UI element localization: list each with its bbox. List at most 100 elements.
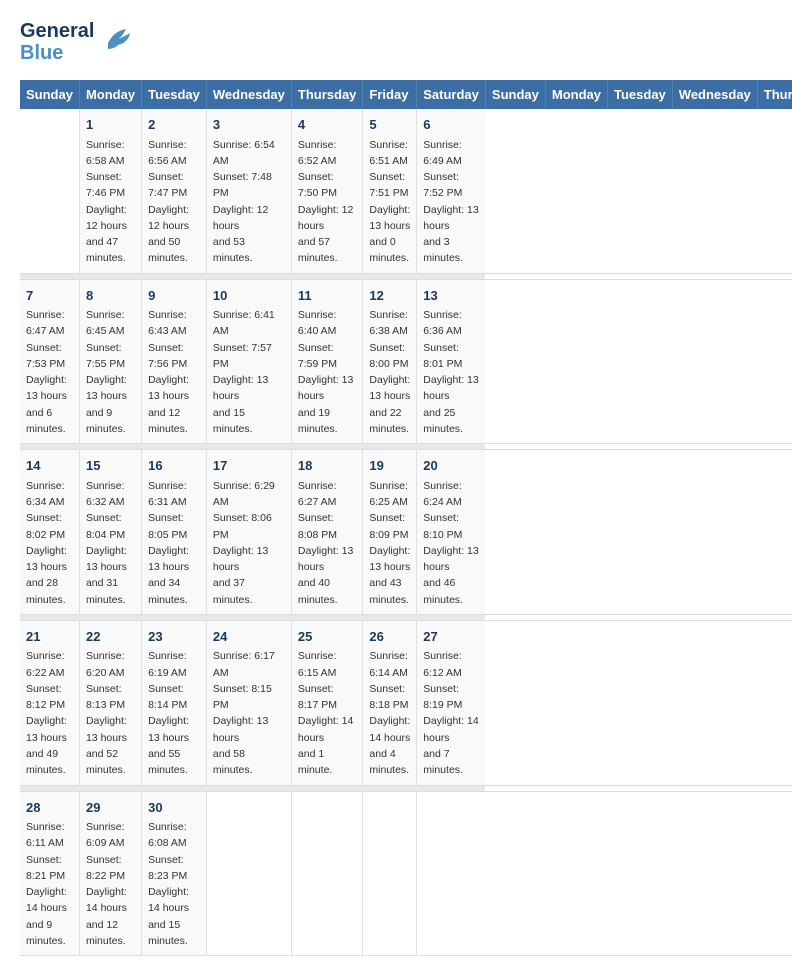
- calendar-cell: 17Sunrise: 6:29 AMSunset: 8:06 PMDayligh…: [206, 450, 291, 615]
- day-number: 9: [148, 286, 200, 306]
- logo-blue: Blue: [20, 42, 94, 64]
- day-info: Sunrise: 6:31 AMSunset: 8:05 PMDaylight:…: [148, 478, 200, 608]
- day-number: 1: [86, 115, 135, 135]
- day-info: Sunrise: 6:22 AMSunset: 8:12 PMDaylight:…: [26, 648, 73, 778]
- day-number: 17: [213, 456, 285, 476]
- day-info: Sunrise: 6:09 AMSunset: 8:22 PMDaylight:…: [86, 819, 135, 949]
- logo-bird-icon: [100, 21, 136, 64]
- day-number: 19: [369, 456, 410, 476]
- day-number: 10: [213, 286, 285, 306]
- calendar-cell: [363, 791, 417, 956]
- day-number: 16: [148, 456, 200, 476]
- day-info: Sunrise: 6:49 AMSunset: 7:52 PMDaylight:…: [423, 137, 479, 267]
- calendar-cell: 8Sunrise: 6:45 AMSunset: 7:55 PMDaylight…: [79, 279, 141, 444]
- calendar-cell: 22Sunrise: 6:20 AMSunset: 8:13 PMDayligh…: [79, 620, 141, 785]
- day-number: 2: [148, 115, 200, 135]
- calendar-cell: 2Sunrise: 6:56 AMSunset: 7:47 PMDaylight…: [142, 109, 207, 273]
- calendar-cell: 16Sunrise: 6:31 AMSunset: 8:05 PMDayligh…: [142, 450, 207, 615]
- day-info: Sunrise: 6:56 AMSunset: 7:47 PMDaylight:…: [148, 137, 200, 267]
- day-number: 6: [423, 115, 479, 135]
- day-info: Sunrise: 6:41 AMSunset: 7:57 PMDaylight:…: [213, 307, 285, 437]
- calendar-cell: 21Sunrise: 6:22 AMSunset: 8:12 PMDayligh…: [20, 620, 79, 785]
- calendar-cell: 29Sunrise: 6:09 AMSunset: 8:22 PMDayligh…: [79, 791, 141, 956]
- calendar-cell: 9Sunrise: 6:43 AMSunset: 7:56 PMDaylight…: [142, 279, 207, 444]
- calendar-header-wednesday: Wednesday: [206, 80, 291, 109]
- day-number: 25: [298, 627, 357, 647]
- calendar-week-row: 21Sunrise: 6:22 AMSunset: 8:12 PMDayligh…: [20, 620, 792, 785]
- logo-text: General: [20, 20, 94, 42]
- day-info: Sunrise: 6:24 AMSunset: 8:10 PMDaylight:…: [423, 478, 479, 608]
- day-info: Sunrise: 6:19 AMSunset: 8:14 PMDaylight:…: [148, 648, 200, 778]
- day-number: 8: [86, 286, 135, 306]
- calendar-cell: 27Sunrise: 6:12 AMSunset: 8:19 PMDayligh…: [417, 620, 486, 785]
- day-info: Sunrise: 6:08 AMSunset: 8:23 PMDaylight:…: [148, 819, 200, 949]
- day-info: Sunrise: 6:58 AMSunset: 7:46 PMDaylight:…: [86, 137, 135, 267]
- calendar-cell: 24Sunrise: 6:17 AMSunset: 8:15 PMDayligh…: [206, 620, 291, 785]
- calendar-cell: 13Sunrise: 6:36 AMSunset: 8:01 PMDayligh…: [417, 279, 486, 444]
- day-number: 12: [369, 286, 410, 306]
- day-number: 5: [369, 115, 410, 135]
- day-number: 29: [86, 798, 135, 818]
- day-info: Sunrise: 6:12 AMSunset: 8:19 PMDaylight:…: [423, 648, 479, 778]
- day-info: Sunrise: 6:11 AMSunset: 8:21 PMDaylight:…: [26, 819, 73, 949]
- calendar-cell: 19Sunrise: 6:25 AMSunset: 8:09 PMDayligh…: [363, 450, 417, 615]
- day-number: 3: [213, 115, 285, 135]
- day-number: 23: [148, 627, 200, 647]
- calendar-cell: 18Sunrise: 6:27 AMSunset: 8:08 PMDayligh…: [291, 450, 363, 615]
- calendar-week-row: 14Sunrise: 6:34 AMSunset: 8:02 PMDayligh…: [20, 450, 792, 615]
- calendar-header-row: SundayMondayTuesdayWednesdayThursdayFrid…: [20, 80, 792, 109]
- calendar-header-sunday: Sunday: [485, 80, 545, 109]
- calendar-cell: 10Sunrise: 6:41 AMSunset: 7:57 PMDayligh…: [206, 279, 291, 444]
- calendar-cell: 5Sunrise: 6:51 AMSunset: 7:51 PMDaylight…: [363, 109, 417, 273]
- day-info: Sunrise: 6:36 AMSunset: 8:01 PMDaylight:…: [423, 307, 479, 437]
- day-info: Sunrise: 6:52 AMSunset: 7:50 PMDaylight:…: [298, 137, 357, 267]
- day-info: Sunrise: 6:43 AMSunset: 7:56 PMDaylight:…: [148, 307, 200, 437]
- day-number: 24: [213, 627, 285, 647]
- calendar-cell: 1Sunrise: 6:58 AMSunset: 7:46 PMDaylight…: [79, 109, 141, 273]
- day-number: 4: [298, 115, 357, 135]
- day-info: Sunrise: 6:32 AMSunset: 8:04 PMDaylight:…: [86, 478, 135, 608]
- calendar-header-thursday: Thursday: [291, 80, 363, 109]
- day-number: 22: [86, 627, 135, 647]
- calendar-table: SundayMondayTuesdayWednesdayThursdayFrid…: [20, 80, 792, 956]
- day-info: Sunrise: 6:47 AMSunset: 7:53 PMDaylight:…: [26, 307, 73, 437]
- calendar-cell: 3Sunrise: 6:54 AMSunset: 7:48 PMDaylight…: [206, 109, 291, 273]
- day-info: Sunrise: 6:14 AMSunset: 8:18 PMDaylight:…: [369, 648, 410, 778]
- day-number: 14: [26, 456, 73, 476]
- header: General Blue: [20, 20, 772, 64]
- day-number: 13: [423, 286, 479, 306]
- day-info: Sunrise: 6:51 AMSunset: 7:51 PMDaylight:…: [369, 137, 410, 267]
- day-number: 27: [423, 627, 479, 647]
- day-number: 30: [148, 798, 200, 818]
- calendar-cell: 12Sunrise: 6:38 AMSunset: 8:00 PMDayligh…: [363, 279, 417, 444]
- day-info: Sunrise: 6:34 AMSunset: 8:02 PMDaylight:…: [26, 478, 73, 608]
- day-number: 20: [423, 456, 479, 476]
- calendar-cell: 14Sunrise: 6:34 AMSunset: 8:02 PMDayligh…: [20, 450, 79, 615]
- day-info: Sunrise: 6:29 AMSunset: 8:06 PMDaylight:…: [213, 478, 285, 608]
- day-number: 15: [86, 456, 135, 476]
- day-number: 18: [298, 456, 357, 476]
- calendar-cell: 11Sunrise: 6:40 AMSunset: 7:59 PMDayligh…: [291, 279, 363, 444]
- calendar-header-saturday: Saturday: [417, 80, 486, 109]
- calendar-cell: 26Sunrise: 6:14 AMSunset: 8:18 PMDayligh…: [363, 620, 417, 785]
- calendar-cell: 30Sunrise: 6:08 AMSunset: 8:23 PMDayligh…: [142, 791, 207, 956]
- calendar-cell: 7Sunrise: 6:47 AMSunset: 7:53 PMDaylight…: [20, 279, 79, 444]
- day-info: Sunrise: 6:15 AMSunset: 8:17 PMDaylight:…: [298, 648, 357, 778]
- calendar-cell: [20, 109, 79, 273]
- calendar-week-row: 28Sunrise: 6:11 AMSunset: 8:21 PMDayligh…: [20, 791, 792, 956]
- calendar-cell: 6Sunrise: 6:49 AMSunset: 7:52 PMDaylight…: [417, 109, 486, 273]
- calendar-cell: 25Sunrise: 6:15 AMSunset: 8:17 PMDayligh…: [291, 620, 363, 785]
- calendar-week-row: 7Sunrise: 6:47 AMSunset: 7:53 PMDaylight…: [20, 279, 792, 444]
- calendar-week-row: 1Sunrise: 6:58 AMSunset: 7:46 PMDaylight…: [20, 109, 792, 273]
- day-info: Sunrise: 6:17 AMSunset: 8:15 PMDaylight:…: [213, 648, 285, 778]
- day-info: Sunrise: 6:54 AMSunset: 7:48 PMDaylight:…: [213, 137, 285, 267]
- calendar-header-monday: Monday: [79, 80, 141, 109]
- calendar-header-tuesday: Tuesday: [608, 80, 673, 109]
- calendar-cell: 28Sunrise: 6:11 AMSunset: 8:21 PMDayligh…: [20, 791, 79, 956]
- day-info: Sunrise: 6:45 AMSunset: 7:55 PMDaylight:…: [86, 307, 135, 437]
- calendar-cell: [417, 791, 486, 956]
- calendar-header-friday: Friday: [363, 80, 417, 109]
- calendar-header-wednesday: Wednesday: [672, 80, 757, 109]
- day-number: 28: [26, 798, 73, 818]
- day-number: 26: [369, 627, 410, 647]
